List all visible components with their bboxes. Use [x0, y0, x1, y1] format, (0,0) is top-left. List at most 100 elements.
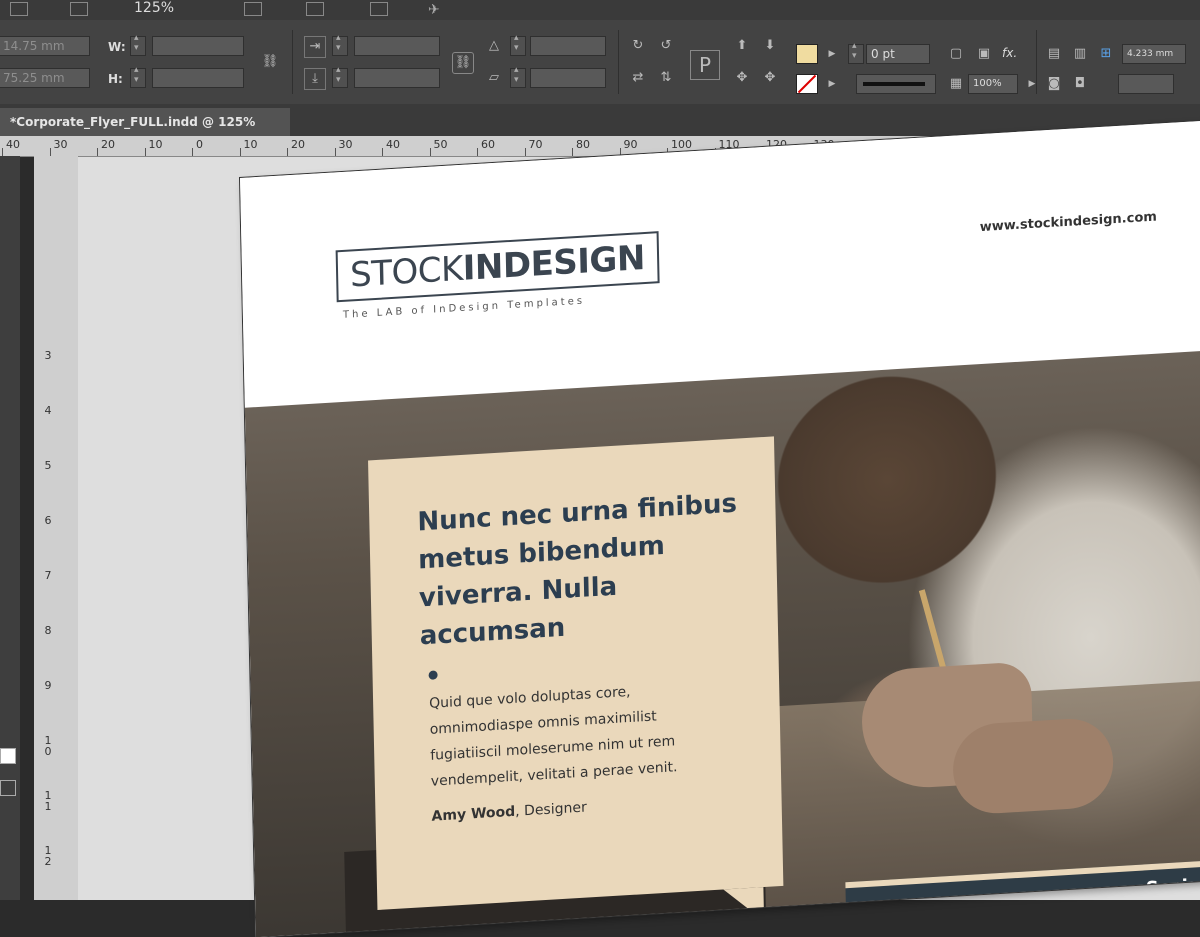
ruler-tick-label: 10: [149, 138, 163, 151]
author-role: , Designer: [515, 800, 587, 820]
select-content-icon[interactable]: ⬇: [760, 36, 780, 56]
select-previous-icon[interactable]: ✥: [732, 68, 752, 88]
callout-body: Quid que volo doluptas core, omnimodiasp…: [429, 673, 731, 795]
vertical-ruler[interactable]: 3456789101112: [34, 156, 78, 900]
scale-x-field[interactable]: [354, 36, 440, 56]
document-tab[interactable]: *Corporate_Flyer_FULL.indd @ 125%: [0, 108, 290, 136]
ruler-tick-label: 9: [42, 680, 54, 691]
wrap-bounding-icon[interactable]: ◘: [1070, 74, 1090, 94]
opacity-field[interactable]: 100%: [968, 74, 1018, 94]
view-options-icon[interactable]: [244, 2, 262, 16]
frame-grid-icon[interactable]: ⊞: [1096, 44, 1116, 64]
divider: [292, 30, 293, 94]
wrap-none-icon[interactable]: ◙: [1044, 74, 1064, 94]
style-field[interactable]: [1118, 74, 1174, 94]
opacity-dropdown-icon[interactable]: ▶: [1022, 74, 1042, 94]
shear-field[interactable]: [530, 68, 606, 88]
select-next-icon[interactable]: ✥: [760, 68, 780, 88]
rotation-field[interactable]: [530, 36, 606, 56]
none-swatch-icon[interactable]: [0, 748, 16, 764]
ruler-tick-label: 0: [196, 138, 203, 151]
fill-swatch[interactable]: [796, 44, 818, 64]
drop-shadow-icon[interactable]: ▣: [974, 44, 994, 64]
stroke-dropdown-icon[interactable]: ▶: [822, 74, 842, 94]
stroke-weight-stepper[interactable]: [848, 44, 864, 64]
x-position-field[interactable]: 14.75 mm: [0, 36, 90, 56]
scale-x-icon: ⇥: [304, 36, 326, 58]
ruler-tick-mark: [430, 148, 431, 156]
width-label: W:: [108, 40, 126, 54]
rotate-ccw-icon[interactable]: ↺: [656, 36, 676, 56]
stroke-weight-field[interactable]: 0 pt: [866, 44, 930, 64]
ruler-tick-label: 90: [624, 138, 638, 151]
scale-y-field[interactable]: [354, 68, 440, 88]
ruler-tick-label: 4: [42, 405, 54, 416]
dimension-field[interactable]: 4.233 mm: [1122, 44, 1186, 64]
align-icon[interactable]: ▤: [1044, 44, 1064, 64]
reference-point-icon[interactable]: P: [690, 50, 720, 80]
rotate-cw-icon[interactable]: ↻: [628, 36, 648, 56]
ruler-tick-label: 40: [6, 138, 20, 151]
ruler-tick-label: 10: [244, 138, 258, 151]
website-url[interactable]: www.stockindesign.com: [980, 210, 1157, 235]
width-field[interactable]: [152, 36, 244, 56]
ruler-tick-mark: [477, 148, 478, 156]
control-panel: 14.75 mm 75.25 mm W: H: ⛓ ⇥ ⤓ ⛓ △ ▱ ↻ ↺ …: [0, 20, 1200, 105]
stroke-type-selector[interactable]: [856, 74, 936, 94]
height-field[interactable]: [152, 68, 244, 88]
ruler-tick-label: 8: [42, 625, 54, 636]
height-label: H:: [108, 72, 123, 86]
logo-bold-text: INDESIGN: [462, 238, 645, 289]
ruler-tick-mark: [335, 148, 336, 156]
ruler-tick-label: 30: [54, 138, 68, 151]
height-stepper[interactable]: [130, 68, 146, 88]
ruler-tick-label: 10: [42, 735, 54, 757]
zoom-level[interactable]: 125%: [134, 0, 174, 16]
screen-mode-icon[interactable]: [306, 2, 324, 16]
ruler-tick-label: 7: [42, 570, 54, 581]
callout-heading: Nunc nec urna finibus metus bibendum viv…: [417, 483, 760, 655]
shear-stepper[interactable]: [510, 68, 526, 88]
fill-dropdown-icon[interactable]: ▶: [822, 44, 842, 64]
ruler-tick-mark: [192, 148, 193, 156]
logo[interactable]: STOCKINDESIGN: [336, 231, 660, 302]
flip-vertical-icon[interactable]: ⇅: [656, 68, 676, 88]
ruler-tick-label: 20: [101, 138, 115, 151]
photo-hand: [952, 716, 1114, 815]
select-container-icon[interactable]: ⬆: [732, 36, 752, 56]
ruler-tick-label: 5: [42, 460, 54, 471]
effects-label[interactable]: fx.: [1002, 46, 1017, 60]
ruler-tick-mark: [287, 148, 288, 156]
scale-x-stepper[interactable]: [332, 36, 348, 56]
publish-online-icon[interactable]: ✈: [428, 2, 446, 16]
constrain-proportions-icon[interactable]: ⛓: [260, 52, 280, 72]
shear-angle-icon: ▱: [484, 68, 504, 88]
scale-y-icon: ⤓: [304, 68, 326, 90]
arrange-documents-icon[interactable]: [370, 2, 388, 16]
ruler-tick-mark: [525, 148, 526, 156]
flyer-page[interactable]: STOCKINDESIGN The LAB of InDesign Templa…: [240, 120, 1200, 937]
ruler-tick-label: 20: [291, 138, 305, 151]
tool-swatches: [0, 736, 20, 816]
ruler-tick-label: 40: [386, 138, 400, 151]
ruler-tick-mark: [2, 148, 3, 156]
rotation-stepper[interactable]: [510, 36, 526, 56]
document-icon[interactable]: [10, 2, 28, 16]
y-position-field[interactable]: 75.25 mm: [0, 68, 90, 88]
ruler-tick-label: 6: [42, 515, 54, 526]
scale-y-stepper[interactable]: [332, 68, 348, 88]
ruler-tick-label: 70: [529, 138, 543, 151]
ruler-tick-mark: [50, 148, 51, 156]
distribute-icon[interactable]: ▥: [1070, 44, 1090, 64]
link-scale-icon[interactable]: ⛓: [452, 52, 474, 74]
ruler-tick-label: 80: [576, 138, 590, 151]
bridge-icon[interactable]: [70, 2, 88, 16]
stroke-swatch[interactable]: [796, 74, 818, 94]
view-mode-icon[interactable]: [0, 780, 16, 796]
ruler-tick-mark: [145, 148, 146, 156]
ruler-tick-label: 60: [481, 138, 495, 151]
frame-fitting-icon[interactable]: ▢: [946, 44, 966, 64]
quote-callout[interactable]: Nunc nec urna finibus metus bibendum viv…: [368, 436, 783, 910]
flip-horizontal-icon[interactable]: ⇄: [628, 68, 648, 88]
width-stepper[interactable]: [130, 36, 146, 56]
